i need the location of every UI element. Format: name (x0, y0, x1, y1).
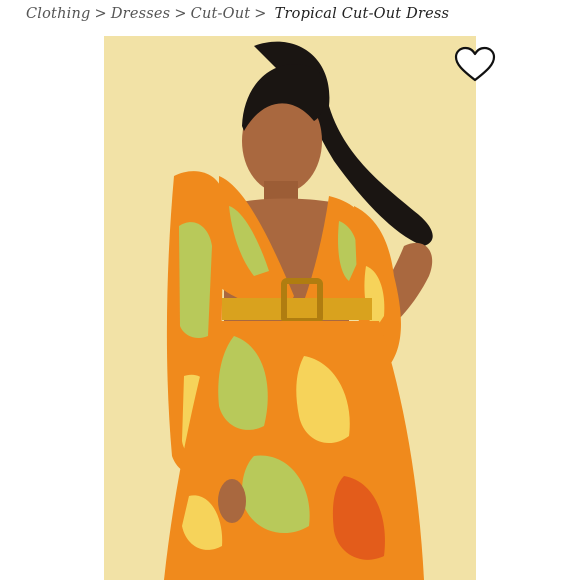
product-photo-illustration (104, 36, 476, 580)
product-photo[interactable] (104, 36, 476, 580)
breadcrumb-current-page: Tropical Cut-Out Dress (274, 6, 450, 22)
like-button[interactable] (454, 46, 496, 84)
breadcrumb-separator: > (174, 6, 187, 22)
breadcrumb-separator: > (254, 6, 267, 22)
breadcrumb-link-dresses[interactable]: Dresses (111, 6, 170, 22)
heart-outline-icon (454, 46, 496, 82)
breadcrumb-separator: > (94, 6, 107, 22)
breadcrumb: Clothing > Dresses > Cut-Out > Tropical … (26, 3, 449, 25)
breadcrumb-link-clothing[interactable]: Clothing (26, 6, 91, 22)
breadcrumb-link-cut-out[interactable]: Cut-Out (191, 6, 251, 22)
